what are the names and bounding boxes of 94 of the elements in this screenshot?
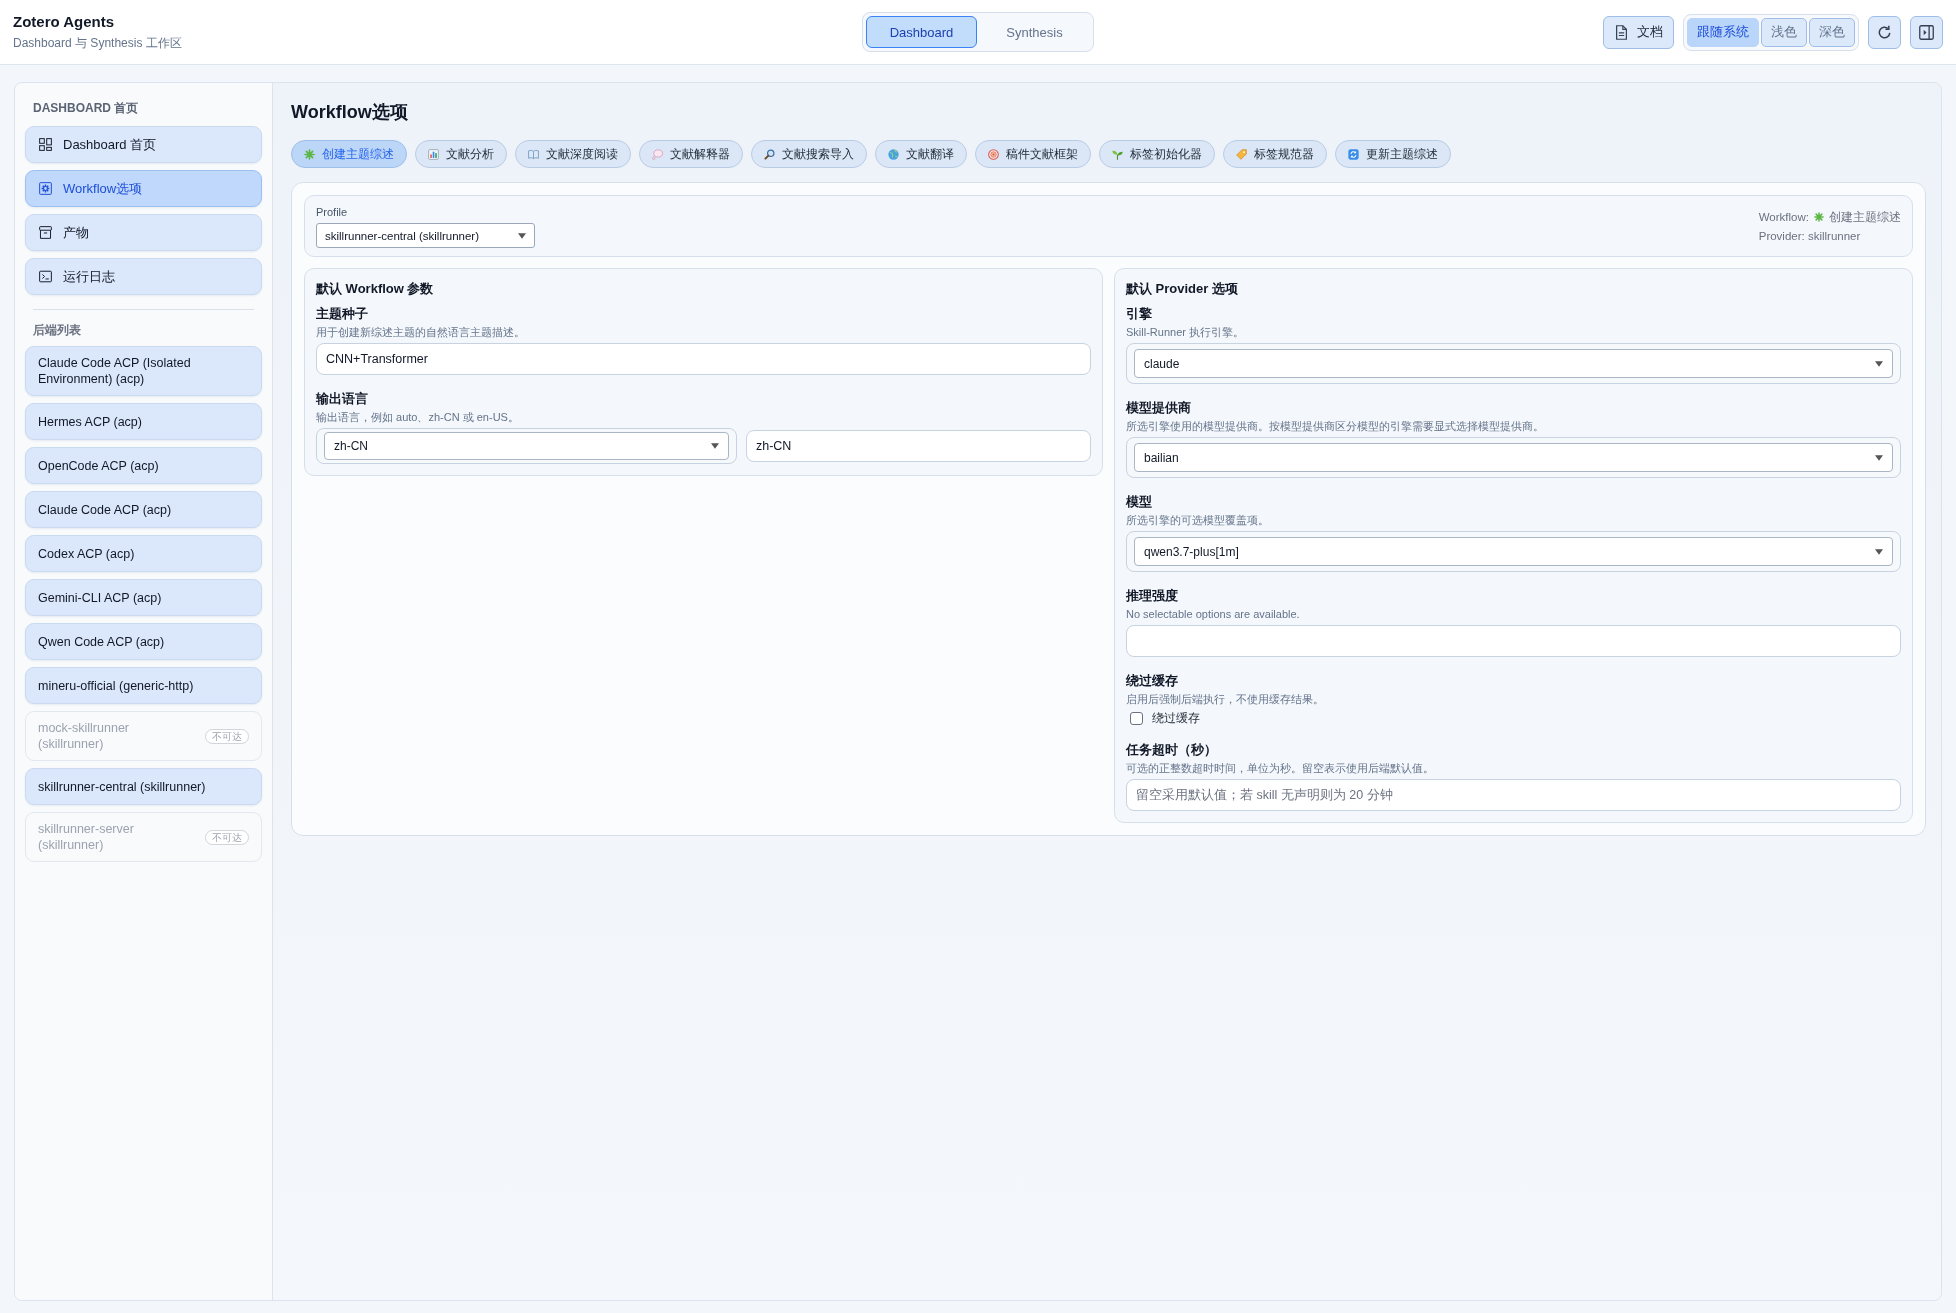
- backend-item[interactable]: mineru-official (generic-http): [25, 667, 262, 704]
- checkbox-label: 绕过缓存: [1152, 710, 1200, 726]
- nav-item[interactable]: Workflow选项: [25, 170, 262, 207]
- caret-icon: [1875, 360, 1883, 367]
- field-hint: 启用后强制后端执行，不使用缓存结果。: [1126, 692, 1324, 706]
- workflow-tab[interactable]: 稿件文献框架: [975, 140, 1091, 168]
- cycle-arrows-icon: [1348, 148, 1359, 160]
- theme-option[interactable]: 跟随系统: [1687, 17, 1759, 47]
- workflow-tab[interactable]: 文献翻译: [875, 140, 967, 168]
- framed-gear-icon: [39, 182, 52, 195]
- workflow-tab[interactable]: 标签初始化器: [1099, 140, 1215, 168]
- caret-icon: [518, 232, 526, 239]
- workflow-label: Workflow:: [1758, 209, 1809, 225]
- dropdown-select[interactable]: claude: [1134, 349, 1893, 378]
- field-label: 引擎: [1126, 306, 1152, 322]
- workflow-tab[interactable]: 标签规范器: [1223, 140, 1327, 168]
- tag-icon: [1236, 148, 1247, 160]
- refresh-icon: [1877, 24, 1892, 40]
- field-label: 模型: [1126, 494, 1152, 510]
- input-field[interactable]: 留空采用默认值；若 skill 无声明则为 20 分钟: [1126, 779, 1901, 811]
- field-hint: 所选引擎使用的模型提供商。按模型提供商区分模型的引擎需要显式选择模型提供商。: [1126, 419, 1544, 433]
- field-label: 输出语言: [316, 391, 368, 407]
- field-label: 绕过缓存: [1126, 673, 1178, 689]
- theme-option[interactable]: 深色: [1809, 17, 1855, 47]
- nav-item[interactable]: 运行日志: [25, 258, 262, 295]
- panel-title: 默认 Provider 选项: [1126, 281, 1239, 297]
- field-label: 推理强度: [1126, 588, 1178, 604]
- target-icon: [988, 148, 999, 160]
- workflow-name: 创建主题综述: [1829, 209, 1901, 225]
- workflow-tab[interactable]: 文献搜索导入: [751, 140, 867, 168]
- backend-item[interactable]: Gemini-CLI ACP (acp): [25, 579, 262, 616]
- seedling-icon: [1112, 148, 1123, 160]
- dropdown-select[interactable]: qwen3.7-plus[1m]: [1134, 537, 1893, 566]
- terminal-icon: [39, 270, 52, 283]
- backend-item[interactable]: Claude Code ACP (Isolated Environment) (acp): [25, 346, 262, 396]
- sparkle-icon: [304, 148, 315, 160]
- section-title: DASHBOARD 首页: [33, 100, 140, 116]
- panel-title: 默认 Workflow 参数: [316, 281, 435, 297]
- docs-button[interactable]: 文档: [1603, 15, 1674, 49]
- workflow-tab[interactable]: 文献分析: [415, 140, 507, 168]
- theme-option[interactable]: 浅色: [1761, 17, 1807, 47]
- app-subtitle: Dashboard 与 Synthesis 工作区: [13, 36, 182, 51]
- app-title: Zotero Agents: [13, 13, 115, 31]
- input-field[interactable]: CNN+Transformer: [316, 343, 1091, 375]
- backend-item[interactable]: Codex ACP (acp): [25, 535, 262, 572]
- backend-item[interactable]: Hermes ACP (acp): [25, 403, 262, 440]
- nav-item[interactable]: Dashboard 首页: [25, 126, 262, 163]
- field-hint: 所选引擎的可选模型覆盖项。: [1126, 513, 1269, 527]
- backend-item[interactable]: skillrunner-central (skillrunner): [25, 768, 262, 805]
- document-icon: [1614, 24, 1629, 40]
- dropdown-select[interactable]: bailian: [1134, 443, 1893, 472]
- caret-icon: [1875, 454, 1883, 461]
- sparkle-icon: [1814, 212, 1824, 222]
- field-label: Profile: [316, 205, 349, 219]
- field-hint: 输出语言，例如 auto、zh-CN 或 en-US。: [316, 410, 519, 424]
- field-label: 主题种子: [316, 306, 368, 322]
- provider-info: Provider: skillrunner: [1758, 228, 1861, 244]
- field-hint: 用于创建新综述主题的自然语言主题描述。: [316, 325, 525, 339]
- globe-icon: [888, 148, 899, 160]
- field-label: 模型提供商: [1126, 400, 1191, 416]
- view-tab[interactable]: Dashboard: [866, 16, 977, 48]
- workflow-tab[interactable]: 创建主题综述: [291, 140, 407, 168]
- status-badge: 不可达: [205, 829, 249, 845]
- bar-chart-icon: [428, 148, 439, 160]
- search-icon: [764, 148, 775, 160]
- caret-icon: [1875, 548, 1883, 555]
- archive-box-icon: [39, 226, 52, 239]
- input-field[interactable]: [1126, 625, 1901, 657]
- input-field[interactable]: zh-CN: [745, 430, 1091, 462]
- view-tab[interactable]: Synthesis: [979, 16, 1090, 48]
- refresh-button[interactable]: [1868, 15, 1901, 49]
- caret-icon: [710, 443, 719, 449]
- workflow-tab[interactable]: 文献解释器: [639, 140, 743, 168]
- nav-item[interactable]: 产物: [25, 214, 262, 251]
- backend-item[interactable]: Qwen Code ACP (acp): [25, 623, 262, 660]
- workflow-tab[interactable]: 文献深度阅读: [515, 140, 631, 168]
- backend-item[interactable]: OpenCode ACP (acp): [25, 447, 262, 484]
- field-hint: No selectable options are available.: [1126, 607, 1300, 621]
- field-label: 任务超时（秒）: [1126, 742, 1217, 758]
- status-badge: 不可达: [205, 728, 249, 744]
- thought-bubble-icon: [652, 148, 663, 160]
- book-icon: [528, 148, 539, 160]
- field-hint: 可选的正整数超时时间，单位为秒。留空表示使用后端默认值。: [1126, 761, 1434, 775]
- field-hint: Skill-Runner 执行引擎。: [1126, 325, 1244, 339]
- section-title: 后端列表: [33, 322, 82, 338]
- grid-icon: [39, 138, 52, 151]
- profile-select[interactable]: skillrunner-central (skillrunner): [316, 223, 535, 248]
- panel-icon: [1919, 24, 1934, 40]
- panel-toggle-button[interactable]: [1910, 15, 1943, 49]
- page-title: Workflow选项: [291, 101, 409, 123]
- workflow-tab[interactable]: 更新主题综述: [1335, 140, 1451, 168]
- checkbox[interactable]: [1130, 711, 1143, 725]
- backend-item[interactable]: Claude Code ACP (acp): [25, 491, 262, 528]
- dropdown-select[interactable]: zh-CN: [324, 432, 729, 460]
